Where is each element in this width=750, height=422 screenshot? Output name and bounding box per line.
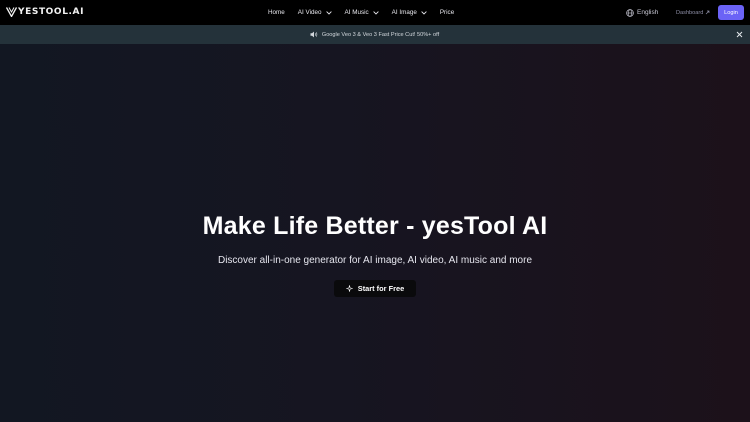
language-selector[interactable]: English	[626, 0, 658, 25]
external-link-icon	[706, 10, 710, 15]
announcement-banner: Google Veo 3 & Veo 3 Fast Price Cut! 50%…	[0, 25, 750, 44]
nav-item-label: AI Image	[391, 9, 417, 16]
dashboard-link[interactable]: Dashboard	[676, 0, 710, 25]
start-for-free-button[interactable]: Start for Free	[334, 280, 416, 297]
nav-item-home[interactable]: Home	[268, 9, 285, 16]
nav-item-label: AI Music	[344, 9, 369, 16]
nav-item-ai-image[interactable]: AI Image	[392, 9, 427, 16]
nav-item-label: Price	[439, 9, 455, 16]
dashboard-label: Dashboard	[676, 9, 704, 16]
banner-close-button[interactable]	[735, 30, 744, 39]
logo-mark-icon	[6, 7, 17, 17]
banner-text: Google Veo 3 & Veo 3 Fast Price Cut! 50%…	[321, 31, 440, 38]
top-navbar: YESTOOL.AI Home AI Video AI Music AI Ima…	[0, 0, 750, 25]
nav-item-ai-video[interactable]: AI Video	[298, 9, 332, 16]
sparkle-icon	[346, 285, 353, 292]
hero-title: Make Life Better - yesTool AI	[202, 212, 548, 240]
language-label: English	[637, 9, 659, 16]
cta-label: Start for Free	[357, 284, 405, 293]
brand-logo[interactable]: YESTOOL.AI	[6, 7, 84, 17]
chevron-down-icon	[421, 10, 427, 15]
nav-item-ai-music[interactable]: AI Music	[345, 9, 379, 16]
speaker-icon	[310, 31, 318, 38]
chevron-down-icon	[372, 10, 379, 15]
nav-item-price[interactable]: Price	[440, 9, 454, 16]
page: YESTOOL.AI Home AI Video AI Music AI Ima…	[0, 0, 750, 422]
nav-item-label: AI Video	[297, 9, 322, 16]
nav-item-label: Home	[268, 9, 285, 16]
login-label: Login	[724, 9, 738, 16]
login-button[interactable]: Login	[718, 5, 744, 20]
globe-icon	[626, 8, 634, 17]
chevron-down-icon	[325, 10, 332, 15]
main-nav: Home AI Video AI Music AI Image Price	[268, 0, 454, 25]
close-icon	[736, 31, 743, 38]
banner-content[interactable]: Google Veo 3 & Veo 3 Fast Price Cut! 50%…	[310, 31, 439, 38]
hero-subtitle: Discover all-in-one generator for AI ima…	[217, 255, 533, 266]
logo-text: YESTOOL.AI	[18, 7, 85, 17]
